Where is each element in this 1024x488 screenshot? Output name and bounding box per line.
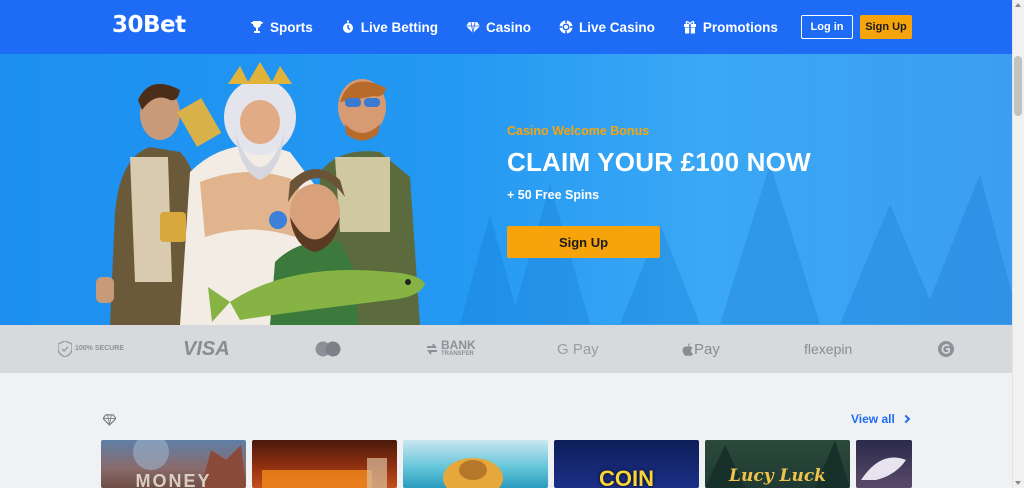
transfer-arrows-icon bbox=[427, 343, 437, 355]
flexepin-logo: flexepin bbox=[804, 341, 853, 357]
top-header: 30Bet Sports Live Betting Casino Live Ca… bbox=[0, 0, 1012, 54]
login-button[interactable]: Log in bbox=[801, 15, 853, 39]
diamond-icon bbox=[103, 414, 116, 426]
game-tile[interactable] bbox=[403, 440, 548, 488]
trophy-icon bbox=[250, 20, 264, 34]
game-title: COIN bbox=[599, 466, 654, 488]
nav-label-casino: Casino bbox=[486, 19, 532, 35]
header-signup-button[interactable]: Sign Up bbox=[860, 15, 912, 39]
apple-icon bbox=[682, 342, 693, 356]
stopwatch-icon bbox=[341, 20, 355, 34]
main-nav: Sports Live Betting Casino Live Casino P… bbox=[250, 0, 806, 54]
hero-banner: Casino Welcome Bonus CLAIM YOUR £100 NOW… bbox=[0, 54, 1012, 325]
nav-label-live-casino: Live Casino bbox=[579, 19, 655, 35]
transfer-label: TRANSFER bbox=[441, 351, 474, 357]
page-scrollbar[interactable] bbox=[1012, 0, 1024, 488]
chip-icon bbox=[559, 20, 573, 34]
secure-label: 100% SECURE bbox=[75, 345, 125, 352]
google-pay-logo: G Pay bbox=[557, 340, 599, 358]
payment-methods-strip: 100% SECURE VISA BANK TRANSFER G Pay Pay… bbox=[0, 325, 1012, 373]
game-tile[interactable]: COIN bbox=[554, 440, 699, 488]
hero-characters-illustration bbox=[96, 62, 425, 325]
mastercard-logo bbox=[314, 325, 342, 373]
brand-logo[interactable]: 30Bet bbox=[112, 12, 186, 38]
game-tile[interactable]: MONEY bbox=[101, 440, 246, 488]
secure-badge: 100% SECURE bbox=[58, 325, 124, 373]
game-artwork bbox=[861, 457, 906, 480]
game-tile[interactable] bbox=[856, 440, 912, 488]
nav-item-promotions[interactable]: Promotions bbox=[683, 20, 778, 35]
nav-item-live-casino[interactable]: Live Casino bbox=[559, 20, 655, 35]
nav-label-sports: Sports bbox=[270, 19, 313, 35]
game-title: MONEY bbox=[135, 471, 212, 488]
apple-pay-logo: Pay bbox=[682, 325, 720, 373]
game-tile[interactable]: Lucy Luck bbox=[705, 440, 850, 488]
game-title: Lucy Luck bbox=[729, 466, 826, 486]
hero-signup-button[interactable]: Sign Up bbox=[507, 226, 660, 258]
scroll-down-icon[interactable] bbox=[1015, 481, 1021, 485]
coin-logo bbox=[938, 325, 954, 373]
nav-label-live-betting: Live Betting bbox=[360, 19, 439, 35]
nav-item-casino[interactable]: Casino bbox=[466, 20, 531, 35]
gift-icon bbox=[683, 20, 697, 34]
hero-subtitle: Casino Welcome Bonus bbox=[507, 124, 650, 138]
scroll-up-icon[interactable] bbox=[1015, 3, 1021, 7]
diamond-icon bbox=[466, 20, 481, 34]
bank-transfer-logo: BANK TRANSFER bbox=[425, 325, 476, 373]
view-all-label: View all bbox=[851, 412, 895, 426]
nav-item-live-betting[interactable]: Live Betting bbox=[341, 20, 438, 35]
hero-title: CLAIM YOUR £100 NOW bbox=[507, 147, 811, 177]
visa-logo: VISA bbox=[183, 337, 230, 360]
view-all-link[interactable]: View all bbox=[851, 412, 911, 426]
game-artwork bbox=[443, 458, 503, 488]
chevron-right-icon bbox=[901, 414, 911, 424]
bank-label: BANK bbox=[441, 338, 476, 352]
shield-icon bbox=[58, 341, 72, 357]
nav-label-promotions: Promotions bbox=[702, 19, 778, 35]
scrollbar-thumb[interactable] bbox=[1014, 56, 1022, 116]
nav-item-sports[interactable]: Sports bbox=[250, 20, 313, 35]
apple-pay-label: Pay bbox=[694, 340, 720, 358]
hero-free-spins: + 50 Free Spins bbox=[507, 188, 600, 202]
game-artwork bbox=[262, 458, 387, 488]
game-tile[interactable] bbox=[252, 440, 397, 488]
